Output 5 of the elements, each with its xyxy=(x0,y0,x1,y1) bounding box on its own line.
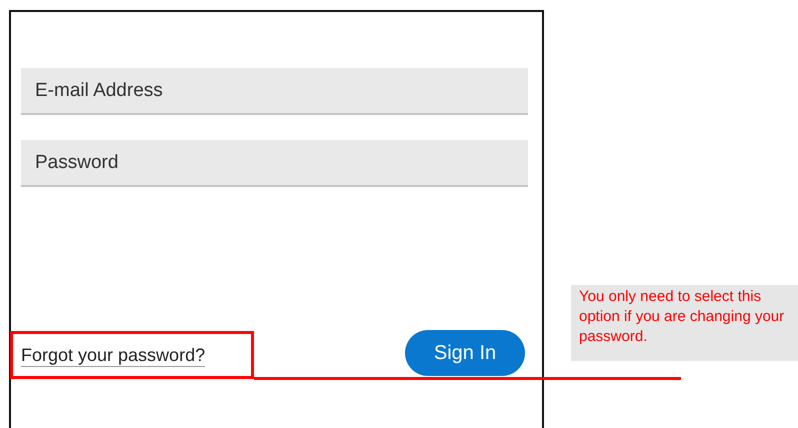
input-field[interactable]: E-mail Address xyxy=(21,68,528,115)
input-field[interactable]: Password xyxy=(21,140,528,187)
callout-note: You only need to select this option if you are changing your password. xyxy=(571,285,798,361)
forgot-password-link[interactable]: Forgot your password? xyxy=(21,345,206,367)
sign-in-button[interactable]: Sign In xyxy=(405,330,525,376)
